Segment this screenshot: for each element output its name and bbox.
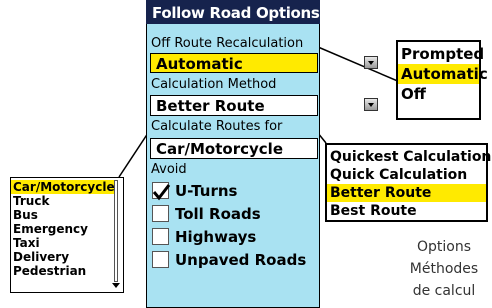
method-options-popup: Quickest Calculation Quick Calculation B… bbox=[325, 143, 491, 222]
avoid-toll-roads-label: Toll Roads bbox=[175, 205, 261, 223]
off-route-dropdown-arrow-icon[interactable] bbox=[364, 56, 378, 69]
vehicle-option-truck[interactable]: Truck bbox=[11, 194, 123, 208]
vehicle-option-pedestrian[interactable]: Pedestrian bbox=[11, 264, 123, 278]
caption-line-3: de calcul bbox=[412, 283, 476, 299]
avoid-toll-roads-checkbox[interactable] bbox=[152, 205, 169, 222]
vehicle-option-taxi[interactable]: Taxi bbox=[11, 236, 123, 250]
off-route-select[interactable]: Automatic bbox=[150, 53, 318, 73]
recalc-option-prompted[interactable]: Prompted bbox=[398, 44, 484, 64]
vehicle-options-list: Car/Motorcycle Truck Bus Emergency Taxi … bbox=[10, 177, 124, 293]
avoid-uturns-label: U-Turns bbox=[175, 182, 238, 200]
recalc-option-automatic[interactable]: Automatic bbox=[398, 64, 488, 84]
method-option-quickest[interactable]: Quickest Calculation bbox=[327, 148, 491, 166]
calc-routes-for-value: Car/Motorcycle bbox=[156, 140, 283, 158]
vehicle-option-delivery[interactable]: Delivery bbox=[11, 250, 123, 264]
method-option-better[interactable]: Better Route bbox=[327, 184, 486, 202]
calc-method-select[interactable]: Better Route bbox=[150, 95, 318, 116]
avoid-unpaved-roads-label: Unpaved Roads bbox=[175, 251, 307, 269]
recalc-option-off[interactable]: Off bbox=[398, 84, 479, 104]
off-route-value: Automatic bbox=[156, 55, 243, 73]
vehicle-list-scrollbar[interactable] bbox=[114, 180, 118, 282]
method-option-best[interactable]: Best Route bbox=[327, 202, 486, 220]
off-route-label: Off Route Recalculation bbox=[151, 36, 304, 51]
vehicle-option-car-motorcycle[interactable]: Car/Motorcycle bbox=[11, 180, 115, 194]
avoid-highways-checkbox[interactable] bbox=[152, 228, 169, 245]
recalc-options-popup: Prompted Automatic Off bbox=[396, 40, 488, 120]
checkmark-icon bbox=[152, 184, 171, 201]
avoid-label: Avoid bbox=[151, 162, 187, 177]
caption: Options Méthodes de calcul bbox=[396, 236, 492, 302]
calc-method-label: Calculation Method bbox=[151, 77, 277, 92]
calc-method-dropdown-arrow-icon[interactable] bbox=[364, 98, 378, 111]
calc-method-value: Better Route bbox=[156, 97, 265, 115]
method-option-quick[interactable]: Quick Calculation bbox=[327, 166, 486, 184]
avoid-highways-label: Highways bbox=[175, 228, 257, 246]
panel-title: Follow Road Options bbox=[146, 0, 320, 24]
caption-line-2: Méthodes bbox=[409, 261, 479, 277]
scroll-down-arrow-icon[interactable] bbox=[112, 283, 121, 289]
avoid-unpaved-roads-checkbox[interactable] bbox=[152, 251, 169, 268]
caption-line-1: Options bbox=[416, 239, 472, 255]
calc-routes-for-label: Calculate Routes for bbox=[151, 119, 283, 134]
calc-routes-for-select[interactable]: Car/Motorcycle bbox=[150, 138, 318, 159]
vehicle-option-emergency[interactable]: Emergency bbox=[11, 222, 123, 236]
vehicle-option-bus[interactable]: Bus bbox=[11, 208, 123, 222]
